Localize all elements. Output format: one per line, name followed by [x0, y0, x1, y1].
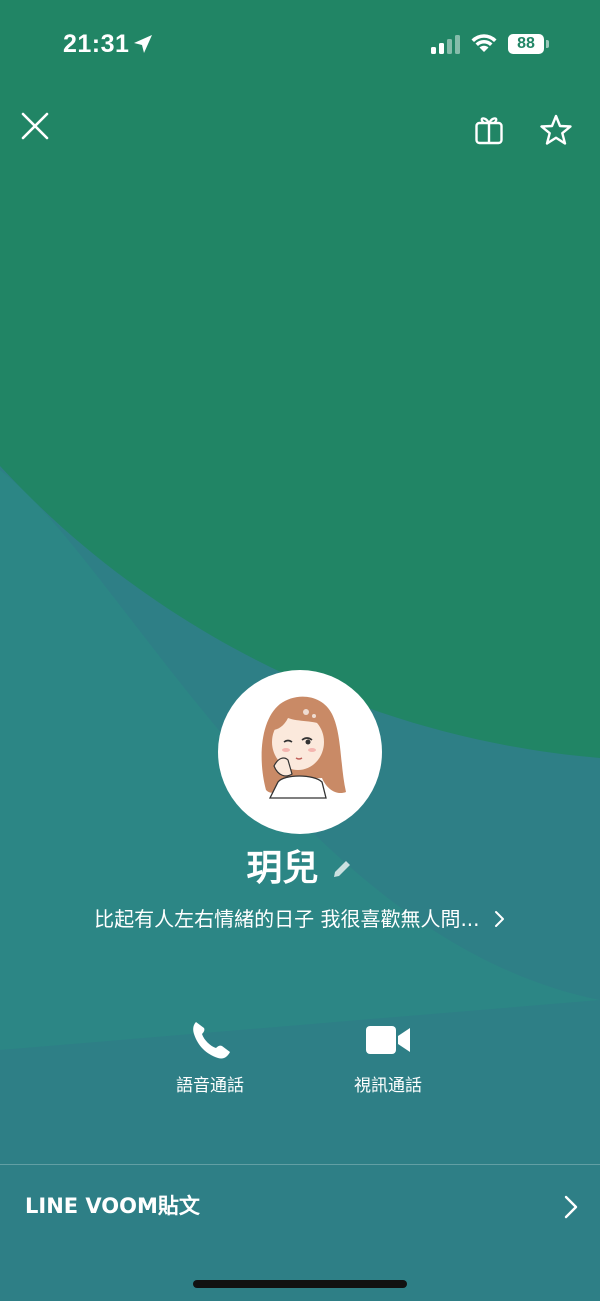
avatar-illustration [261, 696, 346, 799]
line-voom-label: LINE VOOM貼文 [25, 1194, 200, 1218]
phone-icon [193, 1022, 230, 1059]
cellular-signal-icon [431, 35, 460, 54]
profile-avatar[interactable] [218, 670, 382, 834]
gift-icon[interactable] [473, 114, 505, 146]
battery-cap [546, 40, 549, 48]
profile-name: 玥兒 [246, 848, 319, 889]
location-arrow-icon [134, 35, 152, 53]
chevron-right-icon [494, 910, 504, 927]
video-call-button[interactable]: 視訊通話 [318, 1016, 458, 1098]
profile-background [0, 0, 600, 1301]
video-camera-icon [366, 1026, 410, 1054]
home-indicator [193, 1280, 407, 1288]
profile-name-row: 玥兒 [0, 844, 600, 894]
close-icon[interactable] [20, 111, 50, 141]
pencil-icon[interactable] [330, 857, 354, 881]
chevron-right-icon [564, 1195, 578, 1219]
video-call-label: 視訊通話 [354, 1076, 422, 1096]
line-voom-posts-row[interactable]: LINE VOOM貼文 [0, 1165, 600, 1249]
battery-level: 88 [517, 35, 535, 52]
status-bar: 21:31 88 [0, 0, 600, 90]
voice-call-button[interactable]: 語音通話 [140, 1016, 280, 1098]
battery-indicator: 88 [508, 34, 550, 54]
status-time: 21:31 [63, 30, 130, 58]
voice-call-label: 語音通話 [176, 1076, 244, 1096]
status-message: 比起有人左右情緒的日子 我很喜歡無人問... [94, 906, 480, 931]
star-icon[interactable] [539, 113, 573, 147]
wifi-icon [471, 34, 497, 52]
status-message-row[interactable]: 比起有人左右情緒的日子 我很喜歡無人問... [0, 900, 600, 934]
